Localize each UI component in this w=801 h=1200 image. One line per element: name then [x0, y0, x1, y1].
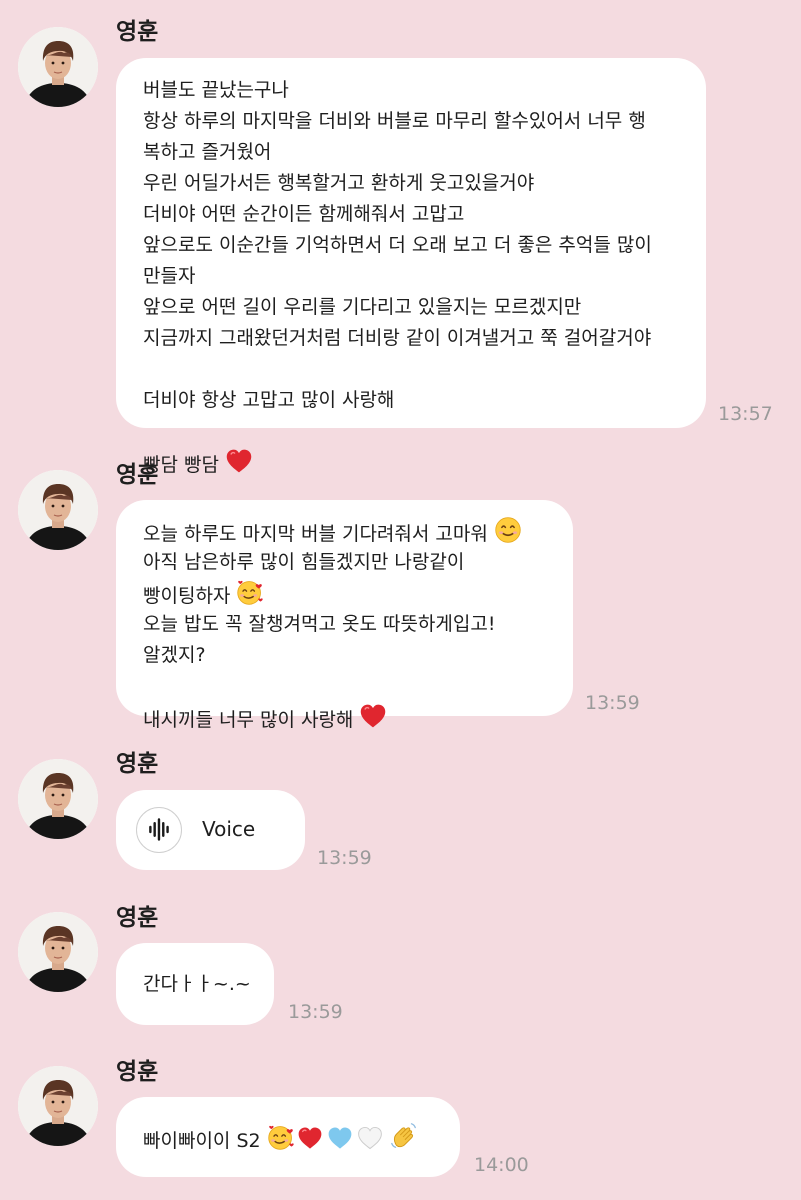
avatar[interactable]	[18, 27, 98, 107]
profile-photo	[18, 470, 98, 550]
message-text: 간다ㅏㅏ~.~	[143, 973, 251, 995]
message-text: 알겠지?	[143, 644, 206, 666]
audio-waveform-icon[interactable]	[136, 807, 182, 853]
red-heart-icon	[297, 1125, 323, 1151]
message-text: 내시끼들 너무 많이 사랑해	[143, 709, 354, 731]
sender-name: 영훈	[116, 462, 159, 488]
waving-hand-icon	[389, 1121, 419, 1151]
message-text: 앞으로 어떤 길이 우리를 기다리고 있을지는 모르겠지만	[143, 296, 582, 318]
message-text: 오늘 밥도 꼭 잘챙겨먹고 옷도 따뜻하게입고!	[143, 613, 496, 635]
message-bubble[interactable]: 간다ㅏㅏ~.~	[116, 943, 274, 1025]
message-timestamp: 13:59	[585, 692, 640, 714]
message-text: 빵이팅하자	[143, 585, 231, 607]
sender-name: 영훈	[116, 905, 159, 931]
profile-photo	[18, 1066, 98, 1146]
message-text-row: 빠이빠이이 S2	[143, 1121, 419, 1152]
voice-label: Voice	[202, 817, 256, 841]
voice-message-bubble[interactable]: Voice	[116, 790, 305, 870]
message-text-row: 오늘 하루도 마지막 버블 기다려줘서 고마워	[143, 516, 522, 547]
message-text: 더비야 어떤 순간이든 함께해줘서 고맙고	[143, 203, 465, 225]
avatar[interactable]	[18, 912, 98, 992]
message-text: 빠이빠이이 S2	[143, 1130, 261, 1152]
red-heart-icon	[359, 702, 387, 730]
message-text-row: 빵담 빵담	[143, 447, 652, 478]
message-text: 복하고 즐거웠어	[143, 141, 272, 163]
message-timestamp: 14:00	[474, 1154, 529, 1176]
message-text: 더비야 항상 고맙고 많이 사랑해	[143, 389, 395, 411]
sender-name: 영훈	[116, 19, 159, 45]
message-bubble[interactable]: 빠이빠이이 S2	[116, 1097, 460, 1177]
smiling-face-with-hearts-icon	[267, 1123, 295, 1151]
sender-name: 영훈	[116, 751, 159, 777]
sender-name: 영훈	[116, 1059, 159, 1085]
avatar[interactable]	[18, 759, 98, 839]
message-bubble[interactable]: 버블도 끝났는구나 항상 하루의 마지막을 더비와 버블로 마무리 할수있어서 …	[116, 58, 706, 476]
message-timestamp: 13:59	[288, 1001, 343, 1023]
white-heart-icon	[357, 1125, 383, 1151]
smiling-face-with-hearts-icon	[236, 578, 264, 606]
message-text-row: 빵이팅하자	[143, 578, 522, 609]
avatar[interactable]	[18, 470, 98, 550]
message-text: 버블도 끝났는구나	[143, 79, 289, 101]
message-text: 항상 하루의 마지막을 더비와 버블로 마무리 할수있어서 너무 행	[143, 110, 646, 132]
message-timestamp: 13:57	[718, 403, 773, 425]
message-text: 아직 남은하루 많이 힘들겠지만 나랑같이	[143, 551, 465, 573]
message-text: 우린 어딜가서든 행복할거고 환하게 웃고있을거야	[143, 172, 535, 194]
profile-photo	[18, 912, 98, 992]
message-text: 오늘 하루도 마지막 버블 기다려줘서 고마워	[143, 523, 488, 545]
message-bubble[interactable]: 오늘 하루도 마지막 버블 기다려줘서 고마워 아직 남은하루 많이 힘들겠지만…	[116, 500, 573, 731]
red-heart-icon	[225, 447, 253, 475]
message-timestamp: 13:59	[317, 847, 372, 869]
blue-heart-icon	[327, 1125, 353, 1151]
smiling-face-icon	[494, 516, 522, 544]
message-text: 지금까지 그래왔던거처럼 더비랑 같이 이겨낼거고 쭉 걸어갈거야	[143, 327, 652, 349]
profile-photo	[18, 27, 98, 107]
avatar[interactable]	[18, 1066, 98, 1146]
profile-photo	[18, 759, 98, 839]
message-text-row: 내시끼들 너무 많이 사랑해	[143, 702, 522, 733]
message-text: 만들자	[143, 265, 196, 287]
message-text: 앞으로도 이순간들 기억하면서 더 오래 보고 더 좋은 추억들 많이	[143, 234, 652, 256]
